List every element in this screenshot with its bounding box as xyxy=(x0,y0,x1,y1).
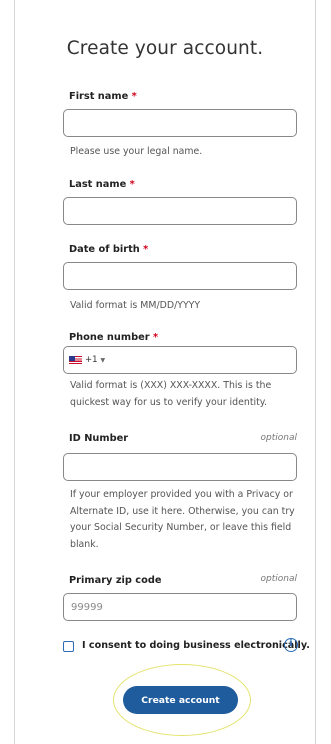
dob-label: Date of birth * xyxy=(69,244,149,255)
last-name-input[interactable] xyxy=(63,197,297,225)
first-name-help: Please use your legal name. xyxy=(70,146,203,157)
last-name-label: Last name * xyxy=(69,179,135,190)
dob-help: Valid format is MM/DD/YYYY xyxy=(70,300,201,311)
first-name-input[interactable] xyxy=(63,109,297,137)
country-code-selector[interactable]: +1 ▼ xyxy=(69,355,105,365)
consent-label: I consent to doing business electronical… xyxy=(82,640,310,651)
phone-help: Valid format is (XXX) XXX-XXXX. This is … xyxy=(70,380,272,408)
country-code: +1 xyxy=(85,355,98,365)
id-number-optional: optional xyxy=(260,433,297,443)
required-mark: * xyxy=(143,244,149,255)
zip-optional: optional xyxy=(260,574,297,584)
id-number-help: If your employer provided you with a Pri… xyxy=(70,489,295,550)
create-account-button[interactable]: Create account xyxy=(123,686,238,714)
required-mark: * xyxy=(152,332,159,343)
zip-input[interactable] xyxy=(63,593,297,621)
chevron-down-icon: ▼ xyxy=(100,356,106,364)
consent-checkbox[interactable] xyxy=(63,641,74,652)
phone-label: Phone number * xyxy=(69,332,159,343)
zip-label: Primary zip code xyxy=(69,575,162,586)
id-number-label: ID Number xyxy=(69,433,129,444)
required-mark: * xyxy=(129,179,135,190)
required-mark: * xyxy=(131,91,137,102)
phone-field[interactable]: +1 ▼ xyxy=(63,346,297,374)
page-title: Create your account. xyxy=(66,38,264,59)
dob-input[interactable] xyxy=(63,262,297,290)
us-flag-icon xyxy=(69,356,82,364)
first-name-label: First name * xyxy=(69,91,137,102)
info-icon[interactable]: i xyxy=(284,638,298,652)
id-number-input[interactable] xyxy=(63,453,297,481)
